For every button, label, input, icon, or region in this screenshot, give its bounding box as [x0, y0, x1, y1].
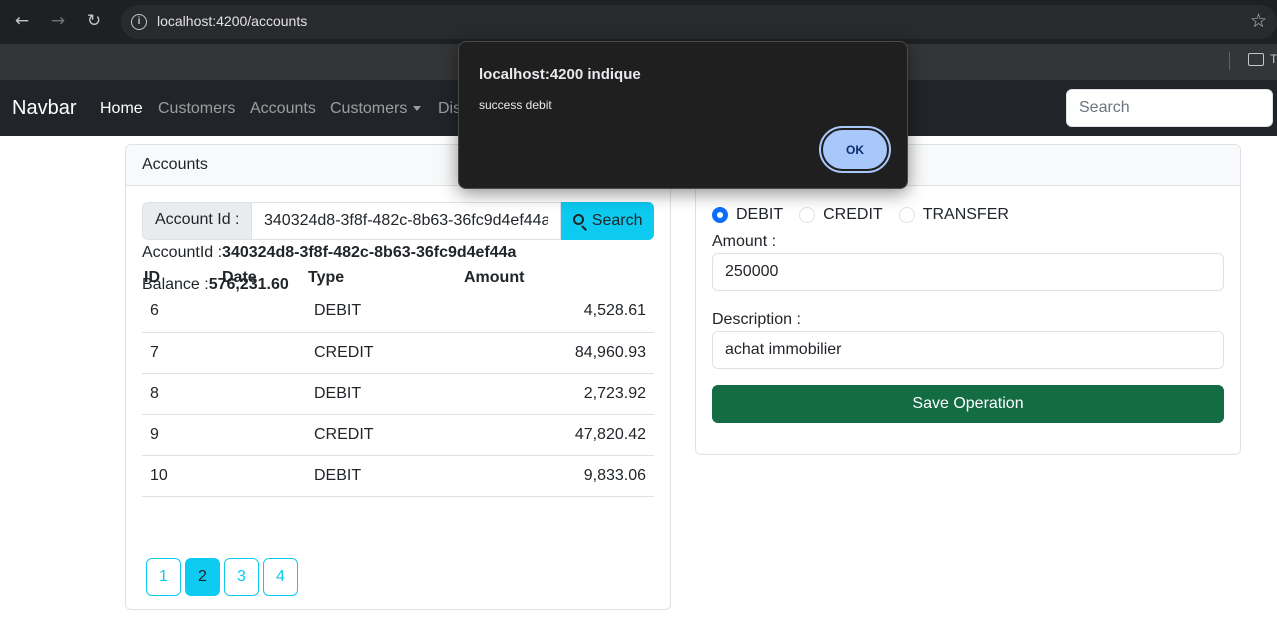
column-header-id: ID	[144, 268, 160, 286]
cell-type: CREDIT	[306, 332, 462, 374]
cell-date	[220, 455, 306, 497]
search-button[interactable]: Search	[561, 202, 654, 240]
cell-type: DEBIT	[306, 455, 462, 497]
account-id-info-label: AccountId :	[142, 244, 223, 261]
navbar-search-input[interactable]	[1066, 89, 1273, 127]
description-label: Description :	[712, 311, 801, 328]
cell-date	[220, 332, 306, 374]
amount-label: Amount :	[712, 233, 777, 250]
back-arrow-icon[interactable]: ←	[11, 10, 33, 32]
operation-type-radios: DEBIT CREDIT TRANSFER	[712, 206, 1025, 224]
radio-debit-label[interactable]: DEBIT	[736, 206, 783, 224]
bookmark-star-icon[interactable]: ☆	[1250, 10, 1267, 32]
radio-transfer[interactable]	[898, 207, 915, 223]
page-button-1[interactable]: 1	[146, 558, 181, 596]
cell-amount: 84,960.93	[462, 332, 654, 374]
account-search-group: Account Id : Search	[142, 202, 654, 240]
cell-id: 9	[142, 414, 220, 456]
nav-link-customers[interactable]: Customers	[158, 100, 235, 118]
search-icon	[572, 213, 588, 231]
alert-dialog: localhost:4200 indique success debit OK	[458, 41, 908, 189]
cell-date	[220, 373, 306, 415]
ok-button[interactable]: OK	[819, 126, 891, 173]
account-id-addon: Account Id :	[142, 202, 252, 240]
radio-credit[interactable]	[799, 207, 816, 223]
table-header-row: ID Date Type Amount	[142, 264, 654, 291]
reload-icon[interactable]: ↻	[83, 10, 105, 32]
folder-icon[interactable]	[1248, 53, 1264, 66]
amount-input[interactable]	[712, 253, 1224, 291]
operation-card: DEBIT CREDIT TRANSFER Amount : Descripti…	[695, 144, 1241, 455]
table-row: 9 CREDIT 47,820.42	[142, 414, 654, 456]
account-id-info-value: 340324d8-3f8f-482c-8b63-36fc9d4ef44a	[222, 244, 517, 261]
nav-dropdown-label: Customers	[330, 100, 408, 117]
page-button-2[interactable]: 2	[185, 558, 220, 596]
column-header-date: Date	[222, 268, 257, 286]
cell-amount: 4,528.61	[462, 291, 654, 333]
account-id-info: AccountId :340324d8-3f8f-482c-8b63-36fc9…	[142, 244, 516, 262]
accounts-card: Accounts Account Id : Search AccountId :…	[125, 144, 671, 610]
table-row: 6 DEBIT 4,528.61	[142, 291, 654, 333]
cell-date	[220, 291, 306, 333]
cell-type: DEBIT	[306, 373, 462, 415]
cell-date	[220, 414, 306, 456]
save-operation-button[interactable]: Save Operation	[712, 385, 1224, 423]
operations-table: ID Date Type Amount 6 DEBIT 4,528.61 7 C…	[142, 264, 654, 497]
bookmarks-divider	[1229, 52, 1230, 70]
site-info-icon[interactable]: i	[131, 14, 147, 30]
table-row: 10 DEBIT 9,833.06	[142, 455, 654, 497]
caret-down-icon	[413, 106, 422, 112]
cell-type: DEBIT	[306, 291, 462, 333]
page-button-4[interactable]: 4	[263, 558, 298, 596]
navbar-brand[interactable]: Navbar	[12, 97, 76, 120]
radio-debit[interactable]	[712, 207, 728, 223]
bookmark-folder-label[interactable]: T	[1270, 52, 1277, 66]
forward-arrow-icon[interactable]: →	[47, 10, 69, 32]
radio-credit-label[interactable]: CREDIT	[823, 206, 883, 224]
cell-id: 10	[142, 455, 220, 497]
browser-toolbar: ← → ↻ i localhost:4200/accounts ☆	[0, 0, 1277, 44]
address-bar[interactable]: i localhost:4200/accounts ☆	[121, 5, 1277, 39]
description-input[interactable]	[712, 331, 1224, 369]
cell-type: CREDIT	[306, 414, 462, 456]
column-header-amount: Amount	[464, 268, 525, 286]
search-button-label: Search	[591, 212, 643, 229]
radio-transfer-label[interactable]: TRANSFER	[923, 206, 1009, 224]
cell-amount: 9,833.06	[462, 455, 654, 497]
cell-amount: 47,820.42	[462, 414, 654, 456]
url-text[interactable]: localhost:4200/accounts	[157, 13, 307, 29]
cell-id: 6	[142, 291, 220, 333]
cell-amount: 2,723.92	[462, 373, 654, 415]
account-id-input[interactable]	[252, 202, 562, 240]
nav-link-home[interactable]: Home	[100, 100, 143, 118]
cell-id: 8	[142, 373, 220, 415]
table-row: 8 DEBIT 2,723.92	[142, 373, 654, 415]
cell-id: 7	[142, 332, 220, 374]
column-header-type: Type	[308, 268, 345, 286]
page-button-3[interactable]: 3	[224, 558, 259, 596]
nav-dropdown-customers[interactable]: Customers	[330, 100, 422, 118]
table-row: 7 CREDIT 84,960.93	[142, 332, 654, 374]
pagination: 1 2 3 4	[146, 558, 298, 596]
dialog-message: success debit	[479, 98, 552, 112]
nav-link-accounts[interactable]: Accounts	[250, 100, 316, 118]
dialog-title: localhost:4200 indique	[479, 66, 641, 83]
